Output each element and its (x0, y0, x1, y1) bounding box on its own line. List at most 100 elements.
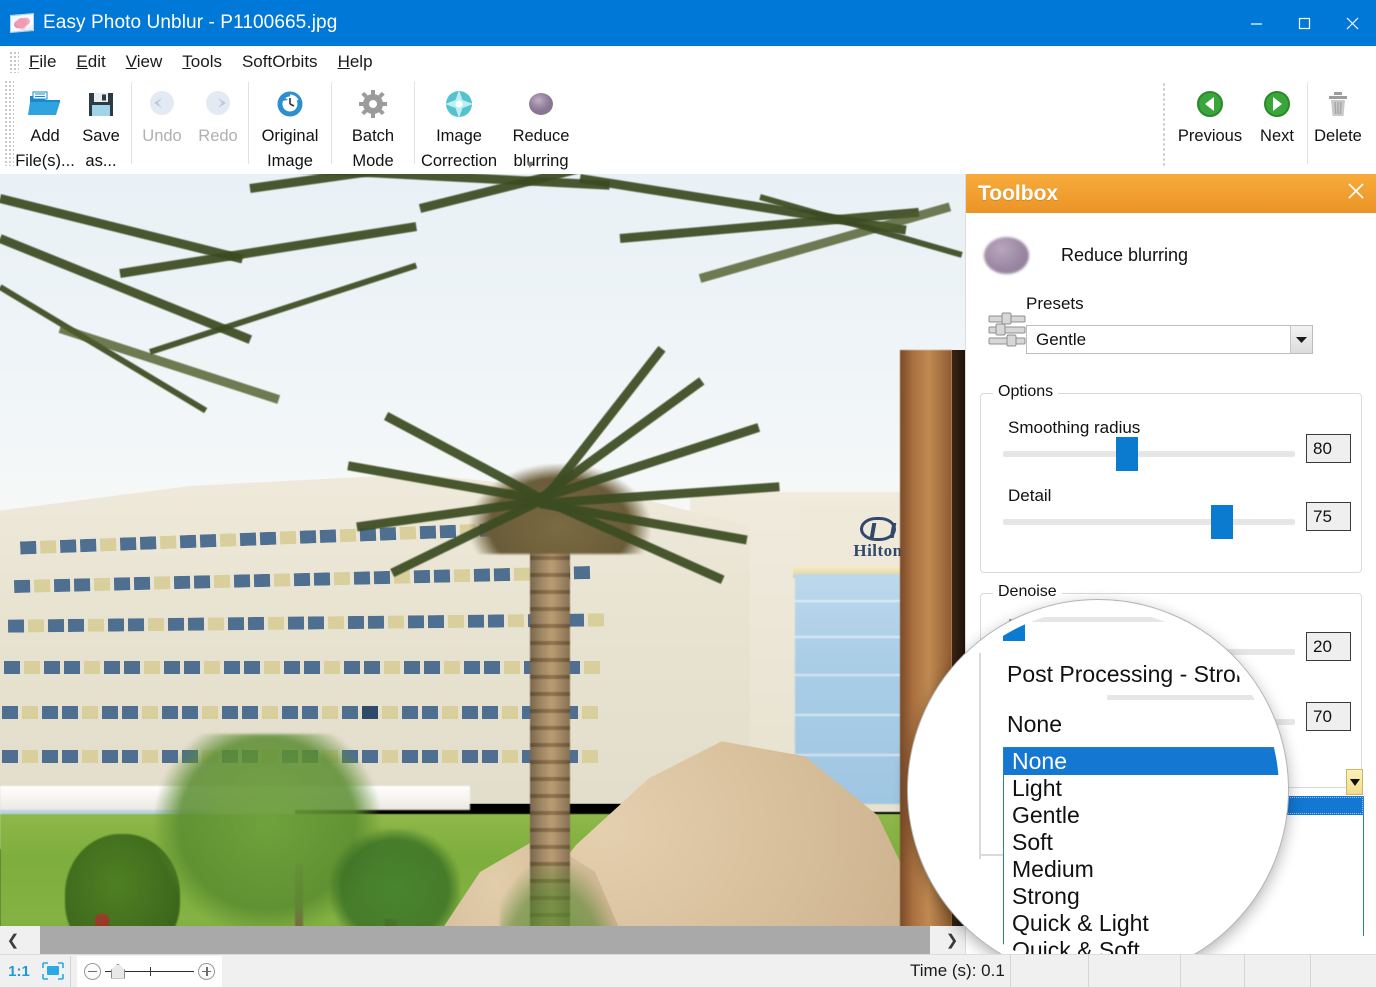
toolbar-overflow-icon[interactable]: ▼ (522, 158, 538, 172)
batch-mode-button[interactable]: Batch Mode (334, 78, 412, 174)
toolbar-dotted-separator (1162, 82, 1165, 166)
save-as-label-2: as... (85, 152, 117, 170)
image-horizontal-scrollbar[interactable]: ❮ ❯ (0, 926, 965, 954)
magnifier-content: Post Processing - Strong None None Light… (917, 609, 1279, 971)
menu-item-help[interactable]: Help (328, 49, 383, 75)
detail-label: Detail (1008, 486, 1052, 505)
zoom-slider-group[interactable] (77, 955, 222, 987)
menu-item-view[interactable]: View (116, 49, 173, 75)
hscrollbar-thumb[interactable] (40, 926, 930, 954)
sliders-icon (986, 309, 1028, 351)
dropdown-option-quick-light[interactable]: Quick & Light (1004, 910, 1279, 937)
next-button[interactable]: Next (1249, 78, 1305, 170)
dropdown-option-light[interactable]: Light (1004, 775, 1279, 802)
detail-value[interactable]: 75 (1306, 502, 1351, 531)
smoothing-radius-slider[interactable] (1003, 437, 1295, 471)
window-controls (1232, 0, 1376, 46)
purple-blob-icon (525, 84, 557, 124)
add-files-label-1: Add (30, 127, 60, 145)
original-image-button[interactable]: Original Image (251, 78, 329, 174)
chevron-left-icon[interactable]: ❮ (0, 926, 26, 954)
dropdown-option-medium[interactable]: Medium (1004, 856, 1279, 883)
green-left-arrow-icon (1196, 84, 1224, 124)
fit-to-window-icon[interactable] (38, 962, 68, 980)
magnified-group-border (979, 609, 981, 859)
toolbar-separator-1 (131, 82, 132, 164)
undo-label: Undo (142, 127, 182, 145)
menu-bar: File Edit View Tools SoftOrbits Help (0, 46, 1376, 78)
preprocessing-value[interactable]: 20 (1306, 632, 1351, 661)
image-canvas[interactable]: Hilton (0, 174, 965, 926)
maximize-button[interactable] (1280, 0, 1328, 46)
zoom-out-icon[interactable] (84, 962, 101, 980)
toolbar-separator-3 (331, 82, 332, 164)
toolbox-header: Toolbox (966, 174, 1376, 213)
options-group: Options Smoothing radius 80 Detail 75 (980, 383, 1362, 573)
post-processing-dropdown-list[interactable]: None Light Gentle Soft Medium Strong Qui… (1003, 747, 1279, 971)
title-bar: Easy Photo Unblur - P1100665.jpg (0, 0, 1376, 46)
dropdown-option-none[interactable]: None (1004, 748, 1279, 775)
magnifier-overlay: Post Processing - Strong None None Light… (908, 600, 1288, 980)
next-label: Next (1260, 127, 1294, 145)
save-as-button[interactable]: Save as... (73, 78, 129, 174)
zoom-slider-track[interactable] (105, 963, 194, 980)
status-bar-cells (1010, 954, 1376, 987)
smoothing-radius-thumb[interactable] (1116, 437, 1138, 471)
presets-dropdown[interactable]: Gentle (1026, 325, 1313, 354)
previous-label: Previous (1177, 127, 1243, 145)
dropdown-selected-row[interactable] (1282, 796, 1364, 815)
toolbar-separator-2 (248, 82, 249, 164)
toolbar-separator-5 (1307, 82, 1308, 164)
redo-button: Redo (190, 78, 246, 170)
dropdown-option-gentle[interactable]: Gentle (1004, 802, 1279, 829)
original-image-label-1: Original (261, 127, 319, 145)
zoom-home-icon[interactable] (111, 963, 125, 979)
toolbar-grip[interactable] (4, 80, 14, 166)
add-files-button[interactable]: Add File(s)... (15, 78, 75, 174)
batch-mode-label-2: Mode (352, 152, 394, 170)
delete-button[interactable]: Delete (1310, 78, 1366, 170)
image-correction-button[interactable]: Image Correction (417, 78, 501, 174)
menu-item-softorbits[interactable]: SoftOrbits (232, 49, 328, 75)
menu-grip[interactable] (9, 51, 19, 73)
reduce-blurring-button[interactable]: Reduce blurring (501, 78, 581, 174)
zoom-in-icon[interactable] (198, 962, 215, 980)
redo-arrow-icon (202, 84, 234, 124)
previous-button[interactable]: Previous (1171, 78, 1249, 170)
trash-icon (1325, 84, 1351, 124)
dropdown-option-soft[interactable]: Soft (1004, 829, 1279, 856)
dropdown-open-button[interactable] (1346, 769, 1363, 795)
detail-slider[interactable] (1003, 505, 1295, 539)
add-files-label-2: File(s)... (15, 152, 75, 170)
save-as-label-1: Save (82, 127, 120, 145)
options-group-legend: Options (993, 383, 1059, 401)
toolbar-right-group: Previous Next Delete (1156, 78, 1376, 170)
status-time-label: Time (s): 0.1 (910, 961, 1005, 980)
dropdown-list-border (1363, 796, 1364, 936)
hscrollbar-track[interactable] (26, 926, 939, 954)
minimize-button[interactable] (1232, 0, 1280, 46)
toolbar-separator-4 (414, 82, 415, 164)
chevron-down-icon[interactable] (1290, 326, 1312, 353)
toolbox-close-button[interactable] (1347, 182, 1365, 205)
smoothing-radius-value[interactable]: 80 (1306, 434, 1351, 463)
close-button[interactable] (1328, 0, 1376, 46)
floppy-save-icon (86, 84, 116, 124)
presets-value: Gentle (1036, 329, 1087, 349)
open-folder-icon (27, 84, 63, 124)
image-correction-label-1: Image (436, 127, 482, 145)
menu-item-tools[interactable]: Tools (172, 49, 232, 75)
menu-item-edit[interactable]: Edit (66, 49, 115, 75)
magnified-postprocessing-track (1107, 695, 1279, 700)
magnified-preprocessing-track (917, 609, 1207, 641)
zoom-ratio-label[interactable]: 1:1 (0, 963, 38, 980)
post-processing-value[interactable]: 70 (1306, 702, 1351, 731)
denoise-group-legend: Denoise (993, 583, 1062, 601)
detail-thumb[interactable] (1211, 505, 1233, 539)
status-separator (70, 955, 71, 987)
undo-button: Undo (134, 78, 190, 170)
active-tool-header: Reduce blurring (984, 237, 1188, 274)
menu-item-file[interactable]: File (19, 49, 66, 75)
magnified-preprocessing-thumb (1003, 609, 1025, 641)
dropdown-option-strong[interactable]: Strong (1004, 883, 1279, 910)
